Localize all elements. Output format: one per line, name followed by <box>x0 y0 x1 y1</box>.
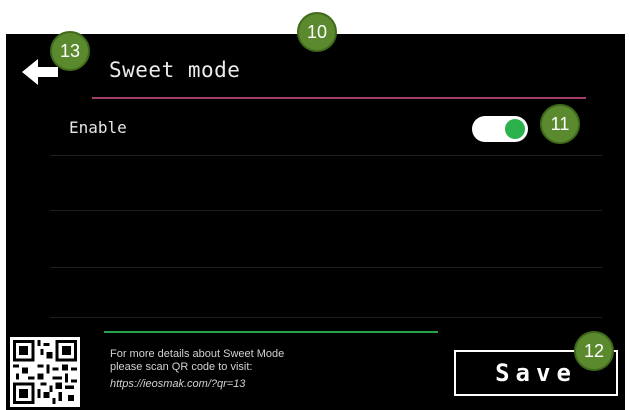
row-divider <box>50 210 602 211</box>
info-line-1: For more details about Sweet Mode <box>110 348 285 360</box>
enable-toggle[interactable] <box>472 116 528 142</box>
qr-code-icon <box>10 337 80 407</box>
footer-line <box>104 331 438 333</box>
row-divider <box>50 317 602 318</box>
row-divider <box>50 155 602 156</box>
enable-label: Enable <box>69 118 127 137</box>
row-divider <box>50 267 602 268</box>
info-text: For more details about Sweet Mode please… <box>110 348 284 391</box>
callout-badge-10: 10 <box>297 12 337 52</box>
page-title: Sweet mode <box>109 58 241 82</box>
title-underline <box>92 97 586 99</box>
toggle-knob <box>505 119 525 139</box>
info-line-2: please scan QR code to visit: <box>110 361 253 373</box>
info-url: https://ieosmak.com/?qr=13 <box>110 378 246 390</box>
device-screen: Sweet mode Enable For more details about… <box>6 34 625 410</box>
callout-badge-11: 11 <box>540 104 580 144</box>
callout-badge-13: 13 <box>50 31 90 71</box>
callout-badge-12: 12 <box>574 331 614 371</box>
